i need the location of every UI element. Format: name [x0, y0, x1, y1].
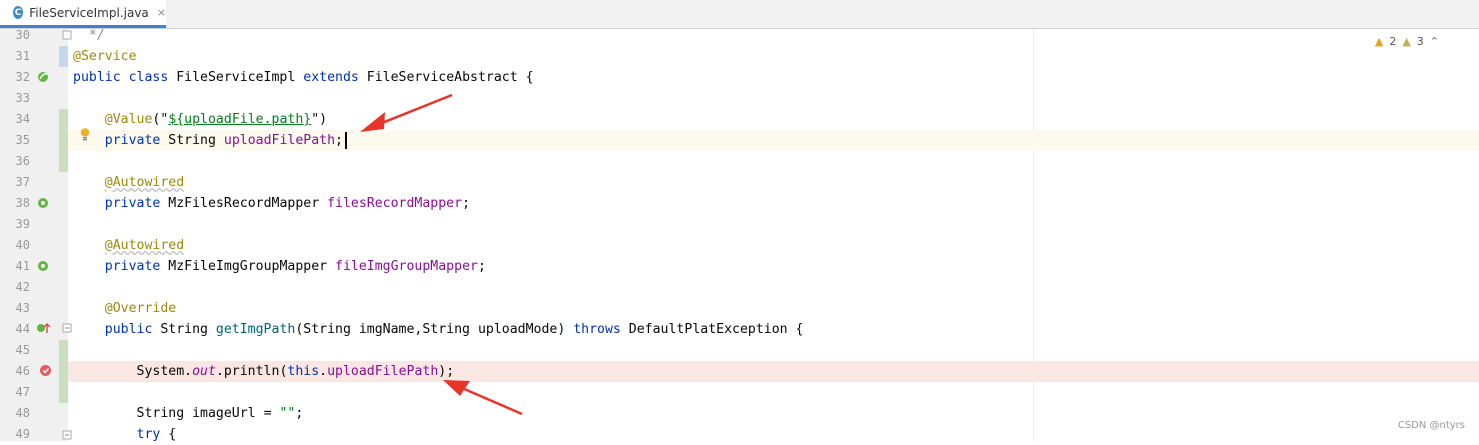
watermark: CSDN @ntyrs	[1397, 420, 1465, 431]
arrow-annotation	[360, 93, 453, 132]
annotation-arrows	[360, 93, 523, 416]
arrow-annotation	[443, 380, 523, 416]
